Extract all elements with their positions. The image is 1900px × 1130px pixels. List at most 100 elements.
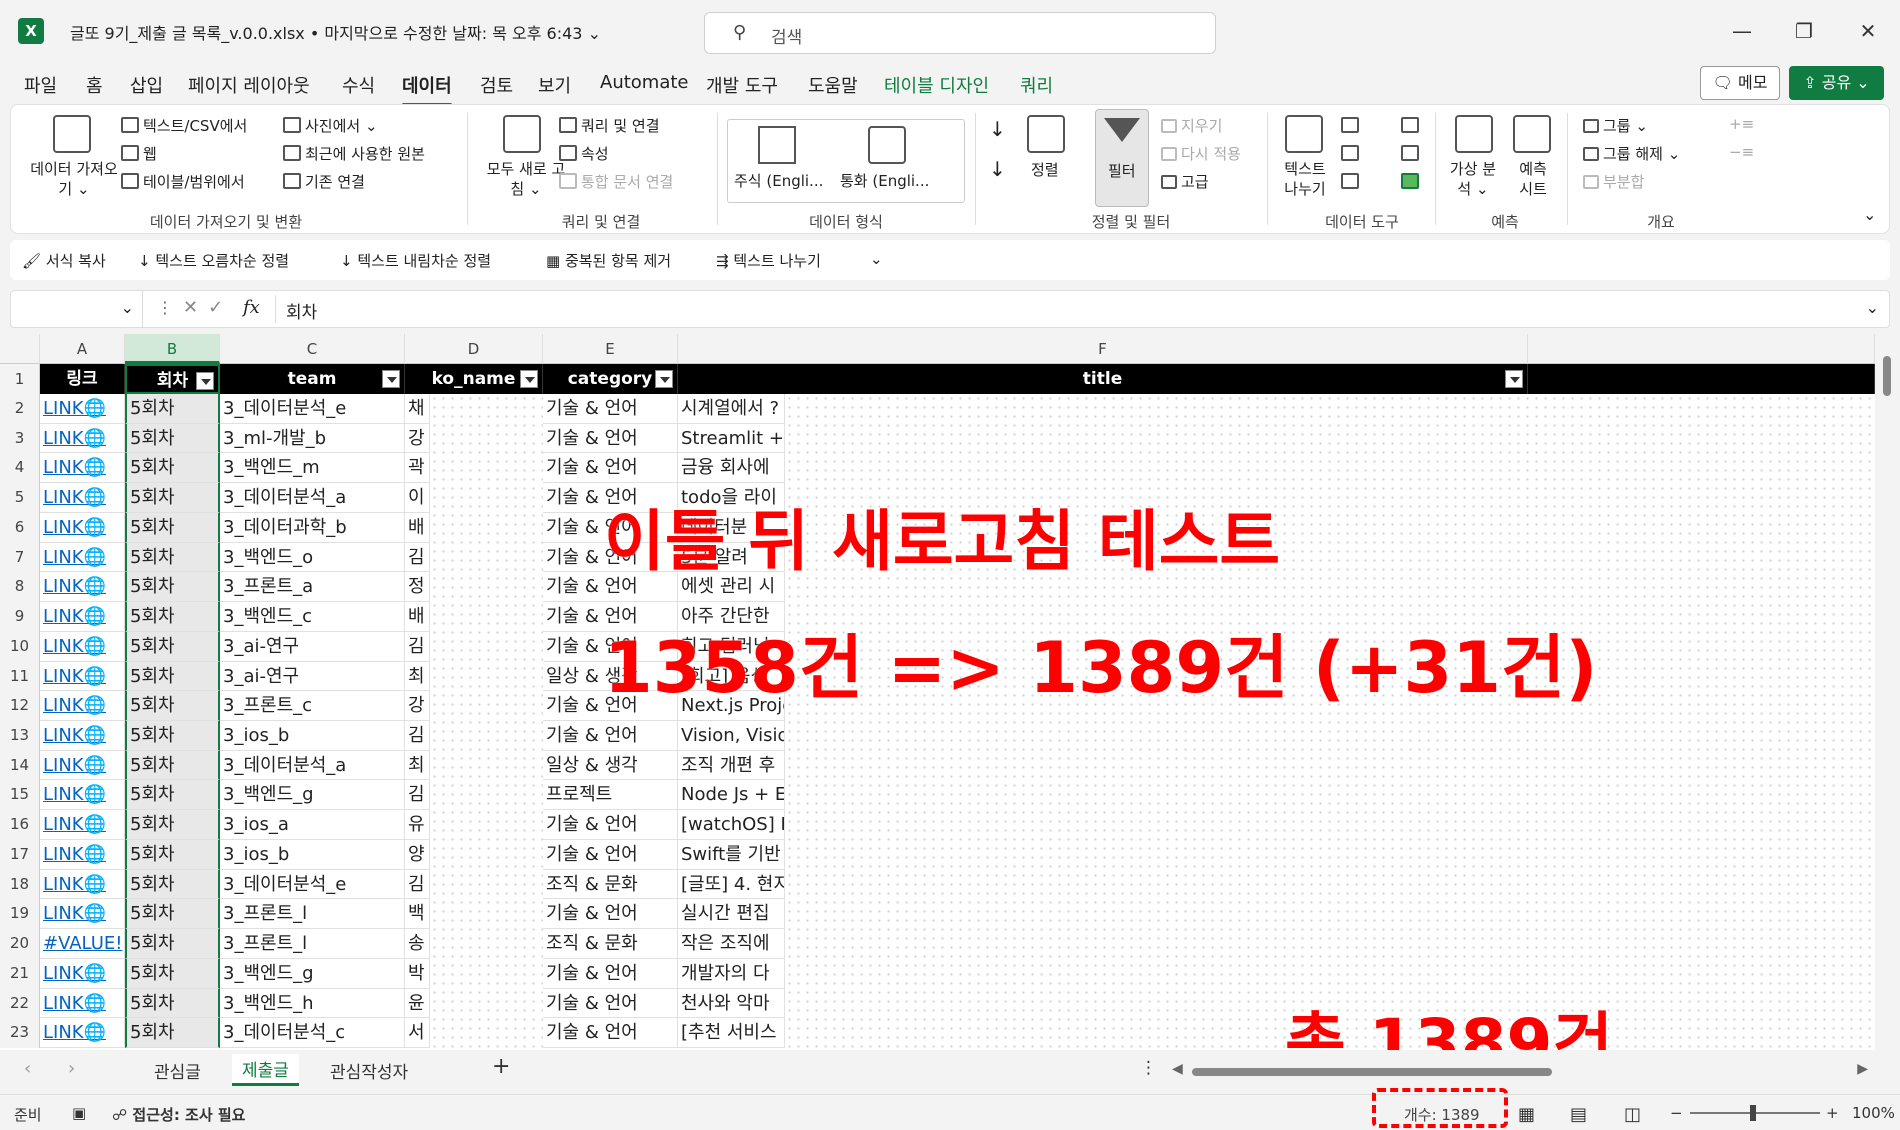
text-to-columns-button[interactable]: 텍스트 나누기 [1279,159,1331,199]
cell-title[interactable]: 실시간 편집 [678,899,785,930]
select-all-corner[interactable] [0,334,40,364]
cell-link[interactable]: LINK🌐 [40,631,125,662]
zoom-level[interactable]: 100% [1852,1104,1895,1122]
cell-round[interactable]: 5회차 [125,512,220,543]
cell-ko-name[interactable]: 서 [405,1018,430,1048]
web-button[interactable]: 웹 [121,143,157,164]
group-button[interactable]: 그룹 ⌄ [1583,115,1648,136]
subtotal-button[interactable]: 부분합 [1583,171,1644,192]
cell-ko-name[interactable]: 강 [405,423,430,454]
cell-round[interactable]: 5회차 [125,631,220,662]
cell-title[interactable]: 금융 회사에 [678,453,785,484]
filter-dropdown-icon[interactable] [1505,370,1523,388]
row-header[interactable]: 8 [0,572,40,603]
tab-file[interactable]: 파일 [24,72,57,98]
properties-button[interactable]: 속성 [559,143,609,164]
tab-query[interactable]: 쿼리 [1020,72,1053,98]
recent-sources-button[interactable]: 최근에 사용한 원본 [283,143,425,164]
stocks-button[interactable]: 주식 (Engli... [734,170,823,191]
cell-round[interactable]: 5회차 [125,810,220,840]
cell-link[interactable]: LINK🌐 [40,483,125,513]
cell-ko-name[interactable]: 최 [405,750,430,781]
cell-ko-name[interactable]: 양 [405,839,430,870]
row-header[interactable]: 14 [0,750,40,781]
cell-round[interactable]: 5회차 [125,721,220,751]
row-header[interactable]: 9 [0,602,40,632]
tab-insert[interactable]: 삽입 [130,72,163,98]
row-header[interactable]: 6 [0,512,40,543]
cell-link[interactable]: LINK🌐 [40,661,125,692]
cell-category[interactable]: 일상 & 생각 [543,750,678,781]
header-ko-name[interactable]: ko_name [405,364,543,394]
cell-ko-name[interactable]: 배 [405,602,430,632]
what-if-analysis-button[interactable]: 가상 분석 ⌄ [1445,159,1501,199]
cell-team[interactable]: 3_ml-개발_b [220,423,405,454]
data-model-icon[interactable] [1401,173,1419,189]
h-scroll-thumb[interactable] [1192,1068,1552,1076]
cell-link[interactable]: LINK🌐 [40,839,125,870]
col-header-A[interactable]: A [40,334,125,364]
row-header[interactable]: 16 [0,810,40,840]
row-header[interactable]: 21 [0,958,40,989]
cell-link[interactable]: LINK🌐 [40,750,125,781]
cell-team[interactable]: 3_ai-연구 [220,661,405,692]
cell-ko-name[interactable]: 송 [405,929,430,959]
cell-title[interactable]: [글또] 4. 현지 [678,869,785,900]
cell-round[interactable]: 5회차 [125,929,220,959]
expand-formula-icon[interactable]: ⌄ [1866,298,1879,317]
row-header[interactable]: 1 [0,364,40,394]
cell-link[interactable]: LINK🌐 [40,542,125,573]
cell-title[interactable]: 개발자의 다 [678,958,785,989]
zoom-in-icon[interactable]: + [1826,1104,1839,1122]
cell-round[interactable]: 5회차 [125,1018,220,1048]
formula-input[interactable]: 회차 [286,298,317,323]
row-header[interactable]: 20 [0,929,40,959]
row-header[interactable]: 18 [0,869,40,900]
tab-help[interactable]: 도움말 [808,72,858,98]
zoom-slider-thumb[interactable] [1750,1105,1756,1121]
cell-title[interactable]: Vision, Visio [678,721,785,751]
cell-title[interactable]: Streamlit + / [678,423,785,454]
cell-link[interactable]: #VALUE! [40,929,125,959]
header-round[interactable]: 회차 [125,364,220,394]
cell-category[interactable]: 기술 & 언어 [543,810,678,840]
row-header[interactable]: 22 [0,988,40,1019]
cell-team[interactable]: 3_데이터분석_a [220,750,405,781]
show-detail-icon[interactable]: +≡ [1729,115,1754,133]
cell-category[interactable]: 기술 & 언어 [543,988,678,1019]
cell-category[interactable]: 기술 & 언어 [543,423,678,454]
filter-dropdown-icon[interactable] [655,370,673,388]
cell-title[interactable]: Node Js + E [678,780,785,811]
cell-round[interactable]: 5회차 [125,602,220,632]
table-range-button[interactable]: 테이블/범위에서 [121,171,245,192]
tab-options-icon[interactable]: ⋮ [1140,1058,1157,1078]
cell-round[interactable]: 5회차 [125,453,220,484]
row-header[interactable]: 17 [0,839,40,870]
cell-round[interactable]: 5회차 [125,423,220,454]
sheet-tab-submitted[interactable]: 제출글 [232,1054,299,1086]
row-header[interactable]: 4 [0,453,40,484]
cell-category[interactable]: 조직 & 문화 [543,869,678,900]
cell-link[interactable]: LINK🌐 [40,394,125,424]
cell-team[interactable]: 3_데이터분석_c [220,1018,405,1048]
cell-category[interactable]: 프로젝트 [543,780,678,811]
col-header-F[interactable]: F [678,334,1528,364]
cell-team[interactable]: 3_ios_b [220,721,405,751]
cell-team[interactable]: 3_ios_b [220,839,405,870]
cell-team[interactable]: 3_데이터과학_b [220,512,405,543]
share-button[interactable]: ⇪ 공유 ⌄ [1789,66,1884,100]
cell-ko-name[interactable]: 곽 [405,453,430,484]
cell-team[interactable]: 3_프론트_l [220,929,405,959]
cell-round[interactable]: 5회차 [125,839,220,870]
cell-title[interactable]: 작은 조직에 [678,929,785,959]
col-header-extra[interactable] [1528,334,1875,364]
flash-fill-icon[interactable] [1341,117,1359,133]
row-header[interactable]: 3 [0,423,40,454]
cell-team[interactable]: 3_데이터분석_e [220,869,405,900]
cell-category[interactable]: 기술 & 언어 [543,958,678,989]
scroll-thumb[interactable] [1883,356,1891,396]
reapply-button[interactable]: 다시 적용 [1161,143,1241,164]
row-header[interactable]: 15 [0,780,40,811]
cell-team[interactable]: 3_데이터분석_e [220,394,405,424]
cell-round[interactable]: 5회차 [125,394,220,424]
